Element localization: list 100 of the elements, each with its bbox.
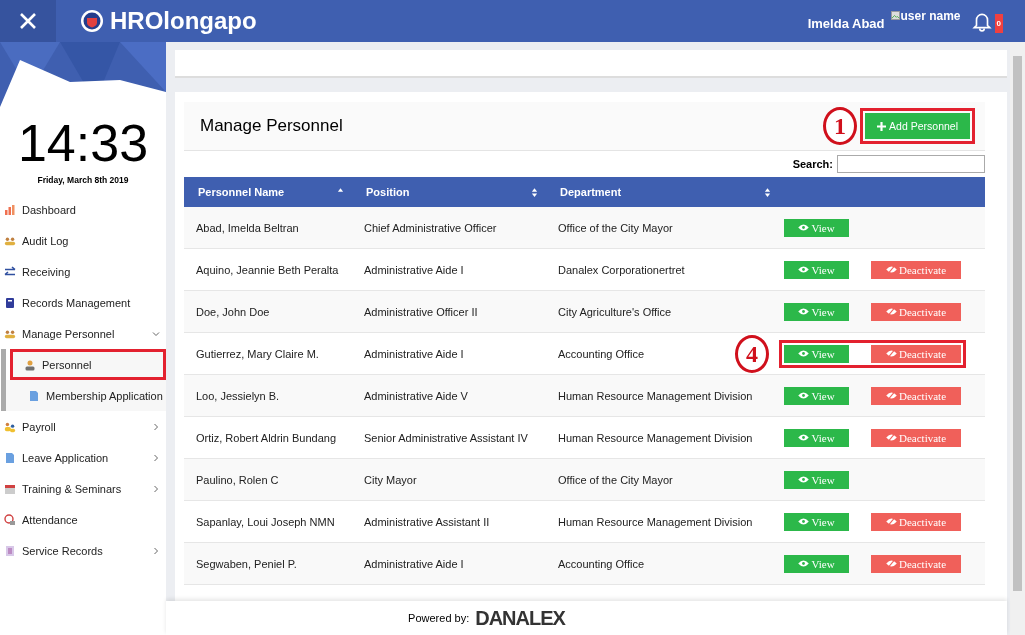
sidebar-item[interactable]: Leave Application [0, 442, 166, 473]
table-cell: Sapanlay, Loui Joseph NMN [196, 515, 335, 528]
clock-date: Friday, March 8th 2019 [36, 175, 130, 185]
deactivate-button[interactable]: Deactivate [871, 554, 961, 573]
eye-icon [798, 476, 810, 483]
sidebar-item[interactable]: Manage Personnel [0, 318, 166, 349]
calendar-icon [4, 482, 16, 495]
eye-slash-icon [886, 560, 897, 567]
sort-icon[interactable] [764, 186, 771, 198]
sidebar-item[interactable]: Dashboard [0, 194, 166, 225]
eye-slash-icon [886, 350, 897, 357]
book-icon [4, 296, 16, 309]
step-number-marker: 4 [735, 334, 769, 373]
app-logo-text: HROlongapo [110, 7, 257, 35]
table-cell: Paulino, Rolen C [196, 473, 279, 486]
sidebar-item[interactable]: Training & Seminars [0, 473, 166, 504]
table-cell: Doe, John Doe [196, 305, 270, 318]
deactivate-button[interactable]: Deactivate [871, 428, 961, 447]
table-cell: Senior Administrative Assistant IV [364, 431, 528, 444]
deactivate-button[interactable]: Deactivate [871, 512, 961, 531]
table-cell: Accounting Office [558, 347, 644, 360]
deactivate-button[interactable]: Deactivate [871, 344, 961, 363]
view-button[interactable]: View [784, 302, 849, 321]
table-cell: Aquino, Jeannie Beth Peralta [196, 263, 339, 276]
sidebar-item[interactable]: Payroll [0, 411, 166, 442]
add-personnel-button[interactable]: Add Personnel [865, 113, 970, 139]
eye-icon [798, 560, 810, 567]
sort-icon[interactable] [531, 186, 538, 198]
close-icon[interactable] [18, 11, 38, 31]
view-button[interactable]: View [784, 428, 849, 447]
transfer-arrows-icon [4, 265, 16, 278]
broken-image-icon [890, 10, 900, 20]
view-button[interactable]: View [784, 218, 849, 237]
eye-slash-icon [886, 434, 897, 441]
eye-icon [798, 350, 810, 357]
person-icon [24, 358, 36, 371]
eye-slash-icon [886, 392, 897, 399]
table-cell: Segwaben, Peniel P. [196, 557, 297, 570]
panel-title: Manage Personnel [200, 116, 344, 136]
eye-slash-icon [886, 518, 897, 525]
table-cell: Loo, Jessielyn B. [196, 389, 280, 402]
table-cell: City Mayor [364, 473, 417, 486]
table-cell: Administrative Aide I [364, 263, 464, 276]
eye-icon [798, 434, 810, 441]
table-cell: Ortiz, Robert Aldrin Bundang [196, 431, 337, 444]
brand-logo-text: DANALEX [475, 606, 565, 630]
scrollbar[interactable] [1010, 42, 1025, 635]
deactivate-button[interactable]: Deactivate [871, 386, 961, 405]
table-cell: Human Resource Management Division [558, 389, 753, 402]
sidebar-item[interactable]: Audit Log [0, 225, 166, 256]
sidebar-item[interactable]: Personnel [10, 349, 166, 380]
table-cell: Chief Administrative Officer [364, 221, 497, 234]
column-header[interactable]: Personnel Name [198, 186, 337, 198]
eye-icon [798, 392, 810, 399]
column-header[interactable]: Department [560, 186, 764, 198]
table-cell: Administrative Aide I [364, 347, 464, 360]
sidebar-item[interactable]: Service Records [0, 535, 166, 566]
search-label: Search: [792, 158, 833, 170]
sidebar-item[interactable]: Records Management [0, 287, 166, 318]
step-number-marker: 1 [823, 107, 858, 145]
table-cell: City Agriculture's Office [558, 305, 672, 318]
eye-icon [798, 224, 810, 231]
table-cell: Office of the City Mayor [558, 473, 673, 486]
deactivate-button[interactable]: Deactivate [871, 260, 961, 279]
table-cell: Danalex Corporationertret [558, 263, 685, 276]
user-name[interactable]: Imelda Abad [807, 15, 885, 31]
view-button[interactable]: View [784, 470, 849, 489]
view-button[interactable]: View [784, 512, 849, 531]
table-cell: Gutierrez, Mary Claire M. [196, 347, 319, 360]
table-cell: Administrative Aide V [364, 389, 468, 402]
powered-by-label: Powered by: [408, 612, 470, 624]
table-cell: Abad, Imelda Beltran [196, 221, 299, 234]
chart-icon [4, 203, 16, 216]
list-icon [4, 544, 16, 557]
view-button[interactable]: View [784, 386, 849, 405]
eye-slash-icon [886, 266, 897, 273]
table-cell: Office of the City Mayor [558, 221, 673, 234]
notification-badge: 0 [994, 13, 1003, 33]
search-field[interactable] [837, 155, 985, 173]
sidebar-item[interactable]: Membership Application [6, 380, 166, 411]
eye-slash-icon [886, 308, 897, 315]
clock-icon [4, 513, 16, 526]
table-cell: Accounting Office [558, 557, 644, 570]
seal-icon [80, 9, 104, 33]
people-icon [4, 420, 16, 433]
view-button[interactable]: View [784, 344, 849, 363]
sidebar-item[interactable]: Receiving [0, 256, 166, 287]
plus-icon [877, 121, 887, 131]
document-icon [4, 451, 16, 464]
eye-icon [798, 518, 810, 525]
sidebar-item[interactable]: Attendance [0, 504, 166, 535]
view-button[interactable]: View [784, 260, 849, 279]
clock-time: 14:33 [16, 117, 150, 169]
table-cell: Human Resource Management Division [558, 515, 753, 528]
table-cell: Administrative Officer II [364, 305, 478, 318]
column-header[interactable]: Position [366, 186, 531, 198]
view-button[interactable]: View [784, 554, 849, 573]
table-cell: Administrative Aide I [364, 557, 464, 570]
deactivate-button[interactable]: Deactivate [871, 302, 961, 321]
eye-icon [798, 308, 810, 315]
